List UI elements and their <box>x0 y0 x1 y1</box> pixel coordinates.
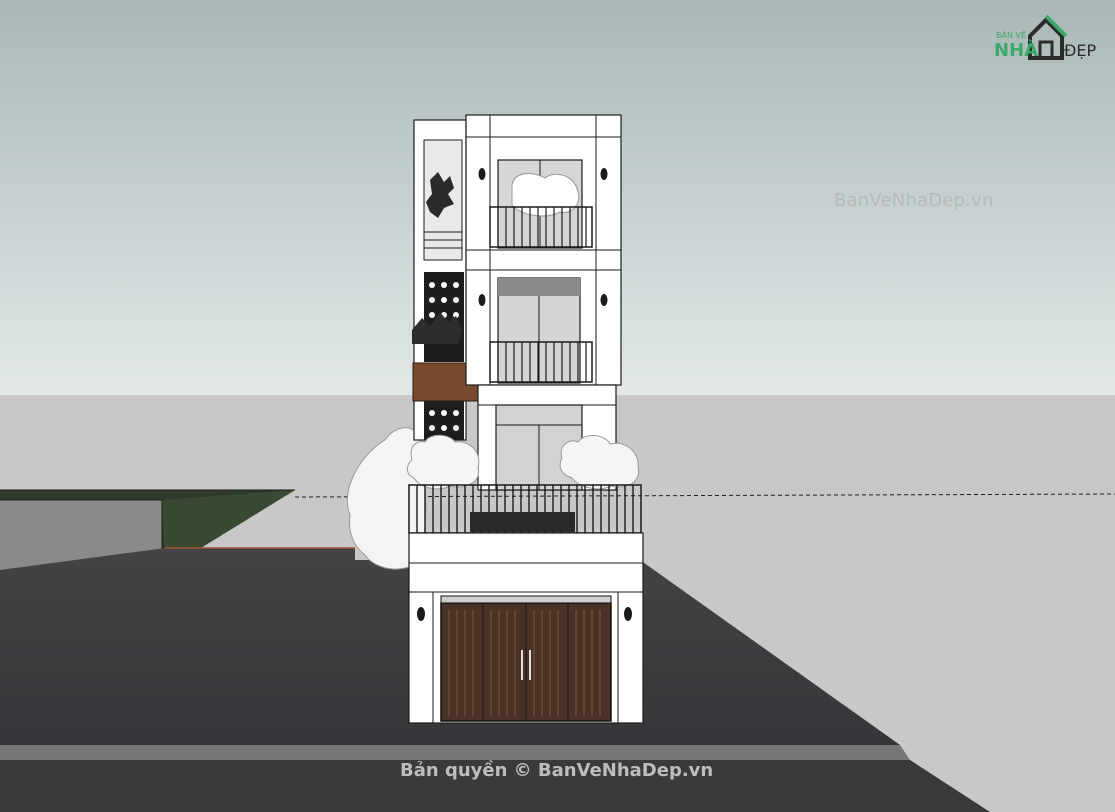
garage-door <box>440 595 612 722</box>
sketchup-house-render <box>0 0 1115 812</box>
watermark-site: BanVeNhaDep.vn <box>834 190 994 211</box>
logo-text-top: BẢN VẼ <box>996 29 1026 40</box>
curb <box>0 745 910 760</box>
logo-text-dep: ĐẸP <box>1064 41 1097 60</box>
logo-text-nha: NHÀ <box>994 39 1038 61</box>
watermark-copyright: Bản quyền © BanVeNhaDep.vn <box>400 760 714 781</box>
brand-logo: BẢN VẼ NHÀ ĐẸP <box>994 14 1097 61</box>
main-tower <box>465 114 622 386</box>
